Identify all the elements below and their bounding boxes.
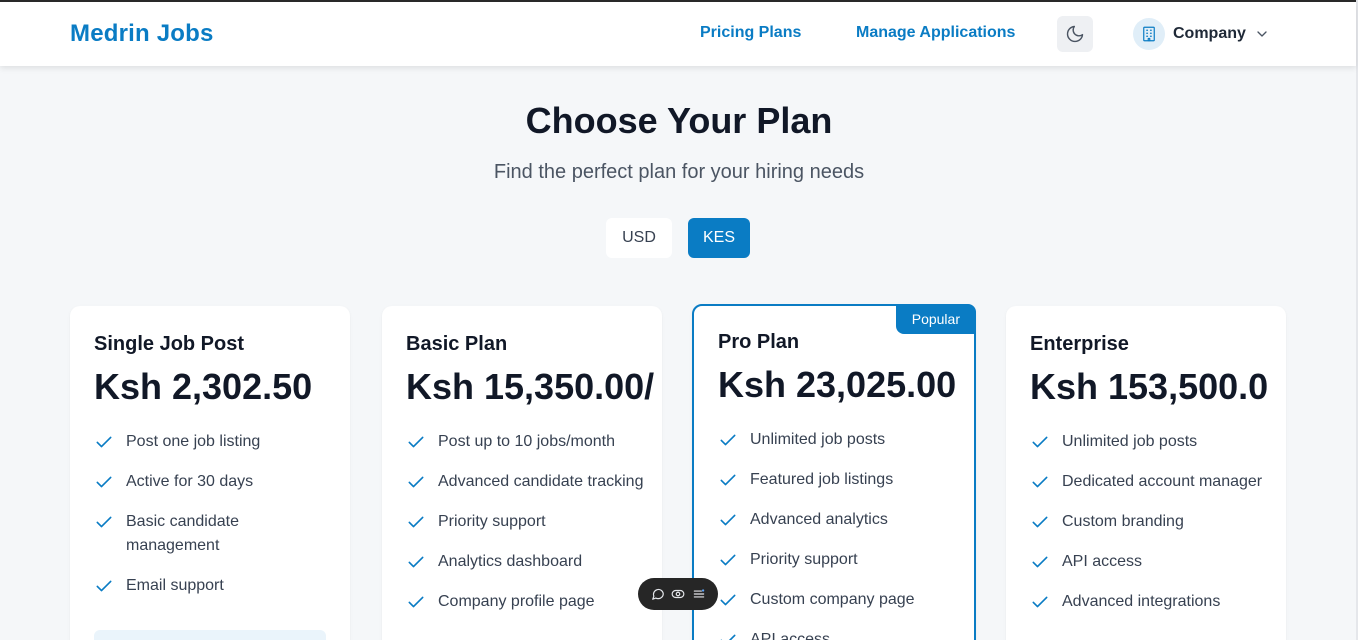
theme-toggle-button[interactable]	[1057, 16, 1093, 52]
plan-price: Ksh 23,025.00	[718, 364, 957, 405]
check-icon	[720, 514, 736, 526]
plan-price: Ksh 15,350.00/	[406, 366, 655, 407]
plan-name: Pro Plan	[718, 331, 800, 353]
feature-text: API access	[750, 631, 831, 640]
plan-name: Enterprise	[1030, 333, 1129, 355]
check-icon	[1032, 556, 1048, 568]
feature-item: Company profile page	[406, 590, 646, 614]
company-account-menu[interactable]: Company	[1133, 16, 1270, 52]
check-icon	[408, 516, 424, 528]
plan-card-basic: Basic Plan Ksh 15,350.00/ Post up to 10 …	[382, 306, 662, 640]
feature-item: Unlimited job posts	[1030, 430, 1270, 454]
feature-item: Custom company page	[718, 588, 958, 612]
company-label: Company	[1173, 25, 1246, 42]
plan-card-enterprise: Enterprise Ksh 153,500.0 Unlimited job p…	[1006, 306, 1286, 640]
check-icon	[96, 476, 112, 488]
feature-text: Featured job listings	[750, 471, 894, 488]
page-title: Choose Your Plan	[525, 100, 833, 141]
feature-item: Dedicated account manager	[1030, 470, 1270, 494]
popular-badge: Popular	[895, 304, 976, 334]
plan-price: Ksh 153,500.0	[1030, 366, 1269, 407]
check-icon	[720, 594, 736, 606]
check-icon	[1032, 476, 1048, 488]
chevron-down-icon	[1257, 31, 1267, 37]
nav-pricing-plans[interactable]: Pricing Plans	[700, 24, 801, 42]
feature-item: Active for 30 days	[94, 470, 334, 494]
feature-text: Advanced candidate tracking	[438, 473, 644, 490]
nav-manage-applications[interactable]: Manage Applications	[856, 24, 1015, 42]
check-icon	[408, 556, 424, 568]
check-icon	[96, 580, 112, 592]
feature-item: Priority support	[718, 548, 958, 572]
check-icon	[720, 474, 736, 486]
check-icon	[1032, 436, 1048, 448]
feature-text: Advanced analytics	[750, 511, 888, 528]
feature-text: Active for 30 days	[126, 473, 254, 490]
plan-card-single-job: Single Job Post Ksh 2,302.50 Post one jo…	[70, 306, 350, 640]
feature-item: Featured job listings	[718, 468, 958, 492]
eye-icon[interactable]	[671, 587, 685, 601]
feature-item: Post one job listing	[94, 430, 334, 454]
feature-item: Post up to 10 jobs/month	[406, 430, 646, 454]
feature-text: Priority support	[750, 551, 858, 568]
feature-list: Unlimited job posts Featured job listings…	[718, 428, 958, 640]
feature-item: Basic candidate management	[94, 510, 334, 558]
plan-card-pro: Popular Pro Plan Ksh 23,025.00 Unlimited…	[692, 304, 976, 640]
feature-item: Analytics dashboard	[406, 550, 646, 574]
check-icon	[1032, 596, 1048, 608]
feature-text: Dedicated account manager	[1062, 473, 1263, 490]
feature-text: Analytics dashboard	[438, 553, 583, 570]
plan-name: Single Job Post	[94, 333, 245, 355]
check-icon	[720, 434, 736, 446]
currency-usd-button[interactable]: USD	[606, 218, 672, 258]
feature-text: Company profile page	[438, 593, 595, 610]
check-icon	[408, 596, 424, 608]
top-nav-bar: Medrin Jobs Pricing Plans Manage Applica…	[0, 2, 1356, 66]
check-icon	[1032, 516, 1048, 528]
feature-text: Unlimited job posts	[1062, 433, 1198, 450]
check-icon	[720, 554, 736, 566]
comment-icon[interactable]	[651, 587, 665, 601]
plan-name: Basic Plan	[406, 333, 508, 355]
feature-text: Post one job listing	[126, 433, 261, 450]
feature-list: Unlimited job posts Dedicated account man…	[1030, 430, 1270, 630]
floating-toolbar	[638, 578, 718, 610]
feature-text: Unlimited job posts	[750, 431, 886, 448]
check-icon	[408, 436, 424, 448]
currency-kes-button[interactable]: KES	[688, 218, 750, 258]
feature-item: Email support	[94, 574, 334, 598]
feature-item: Advanced integrations	[1030, 590, 1270, 614]
check-icon	[96, 516, 112, 528]
check-icon	[720, 634, 736, 640]
page-subtitle: Find the perfect plan for your hiring ne…	[493, 161, 865, 183]
feature-item: Advanced analytics	[718, 508, 958, 532]
feature-text: Advanced integrations	[1062, 593, 1221, 610]
feature-text: Custom company page	[750, 591, 915, 608]
feature-text: Email support	[126, 577, 224, 594]
feature-list: Post one job listing Active for 30 days Ba…	[94, 430, 334, 614]
feature-text: Priority support	[438, 513, 546, 530]
plan-price: Ksh 2,302.50	[94, 366, 313, 407]
check-icon	[408, 476, 424, 488]
check-icon	[96, 436, 112, 448]
feature-item: Advanced candidate tracking	[406, 470, 646, 494]
feature-text: API access	[1062, 553, 1143, 570]
feature-text: Basic candidate management	[126, 513, 239, 554]
select-plan-button[interactable]	[94, 630, 326, 640]
building-icon	[1133, 18, 1165, 50]
moon-icon	[1066, 25, 1084, 43]
feature-item: API access	[718, 628, 958, 640]
feature-item: Priority support	[406, 510, 646, 534]
feature-text: Post up to 10 jobs/month	[438, 433, 615, 450]
feature-item: Custom branding	[1030, 510, 1270, 534]
feature-item: Unlimited job posts	[718, 428, 958, 452]
feature-list: Post up to 10 jobs/month Advanced candida…	[406, 430, 646, 630]
list-settings-icon[interactable]	[692, 587, 706, 601]
logo[interactable]: Medrin Jobs	[70, 20, 214, 48]
feature-text: Custom branding	[1062, 513, 1184, 530]
feature-item: API access	[1030, 550, 1270, 574]
